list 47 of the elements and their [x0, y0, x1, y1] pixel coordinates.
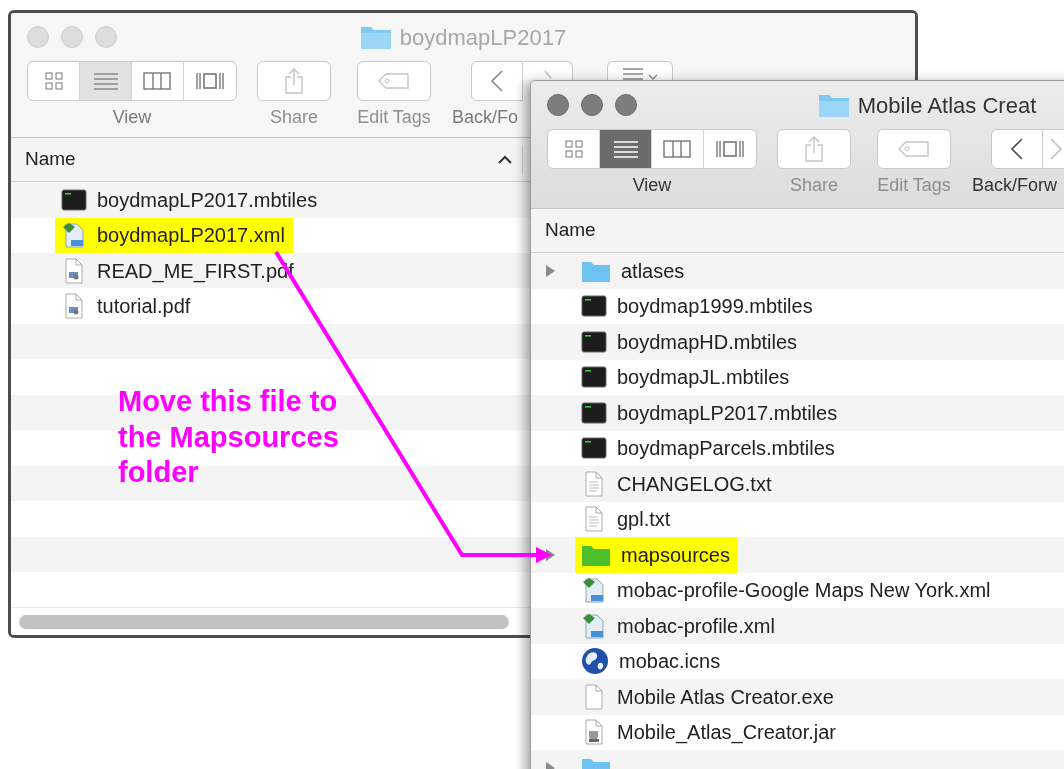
file-row[interactable]: mobac-profile-Google Maps New York.xml: [531, 572, 999, 608]
file-row[interactable]: mapsources: [531, 537, 738, 573]
file-name: mobac-profile-Google Maps New York.xml: [617, 578, 991, 604]
file-row[interactable]: Mobile_Atlas_Creator.jar: [531, 714, 844, 750]
file-name: atlases: [621, 258, 685, 284]
file-row[interactable]: boydmapHD.mbtiles: [531, 324, 806, 360]
toolbar-label: View: [632, 174, 672, 196]
file-name: boydmapLP2017.mbtiles: [97, 187, 318, 213]
file-row[interactable]: gpl.txt: [531, 501, 679, 537]
toolbar-label: Share: [269, 106, 318, 128]
file-name: boydmapLP2017.xml: [97, 223, 285, 249]
file-row[interactable]: boydmapParcels.mbtiles: [531, 430, 843, 466]
file-name: boydmapParcels.mbtiles: [617, 436, 835, 462]
window-title: boydmapLP2017: [399, 23, 567, 52]
file-row[interactable]: mobac-profile.xml: [531, 608, 783, 644]
toolbar-label: View: [112, 106, 152, 128]
toolbar-label: Back/Fo: [452, 106, 519, 128]
annotation-text: Move this file to the Mapsources folder: [118, 384, 340, 490]
file-row[interactable]: Mobile Atlas Creator.exe: [531, 679, 842, 715]
file-name: Mobile_Atlas_Creator.jar: [617, 720, 836, 746]
toolbar-label: Back/Forw: [972, 174, 1058, 196]
file-row[interactable]: mobac.icns: [531, 643, 729, 679]
toolbar-label: Edit Tags: [877, 174, 951, 196]
file-name: Mobile Atlas Creator.exe: [617, 684, 834, 710]
file-name: boydmap1999.mbtiles: [617, 294, 813, 320]
column-header[interactable]: Name: [545, 216, 596, 245]
file-row[interactable]: boydmapLP2017.mbtiles: [11, 182, 326, 218]
file-name: mobac.icns: [619, 649, 721, 675]
file-row[interactable]: tutorial.pdf: [11, 288, 199, 324]
file-name: mapsources: [621, 542, 730, 568]
file-row[interactable]: boydmapJL.mbtiles: [531, 359, 798, 395]
file-row[interactable]: boydmapLP2017.xml: [11, 217, 293, 253]
file-row[interactable]: CHANGELOG.txt: [531, 466, 780, 502]
file-name: boydmapLP2017.mbtiles: [617, 400, 838, 426]
file-row[interactable]: boydmap1999.mbtiles: [531, 288, 821, 324]
file-name: tutorial.pdf: [97, 294, 191, 320]
file-row[interactable]: boydmapLP2017.mbtiles: [531, 395, 846, 431]
file-name: boydmapJL.mbtiles: [617, 365, 790, 391]
file-name: gpl.txt: [617, 507, 671, 533]
toolbar-label: Share: [789, 174, 838, 196]
toolbar-label: Edit Tags: [357, 106, 431, 128]
file-row[interactable]: atlases: [531, 253, 693, 289]
file-name: CHANGELOG.txt: [617, 471, 772, 497]
window-title: Mobile Atlas Creat: [857, 91, 1037, 120]
file-name: mobac-profile.xml: [617, 613, 775, 639]
file-name: boydmapHD.mbtiles: [617, 329, 798, 355]
column-header[interactable]: Name: [25, 145, 76, 174]
